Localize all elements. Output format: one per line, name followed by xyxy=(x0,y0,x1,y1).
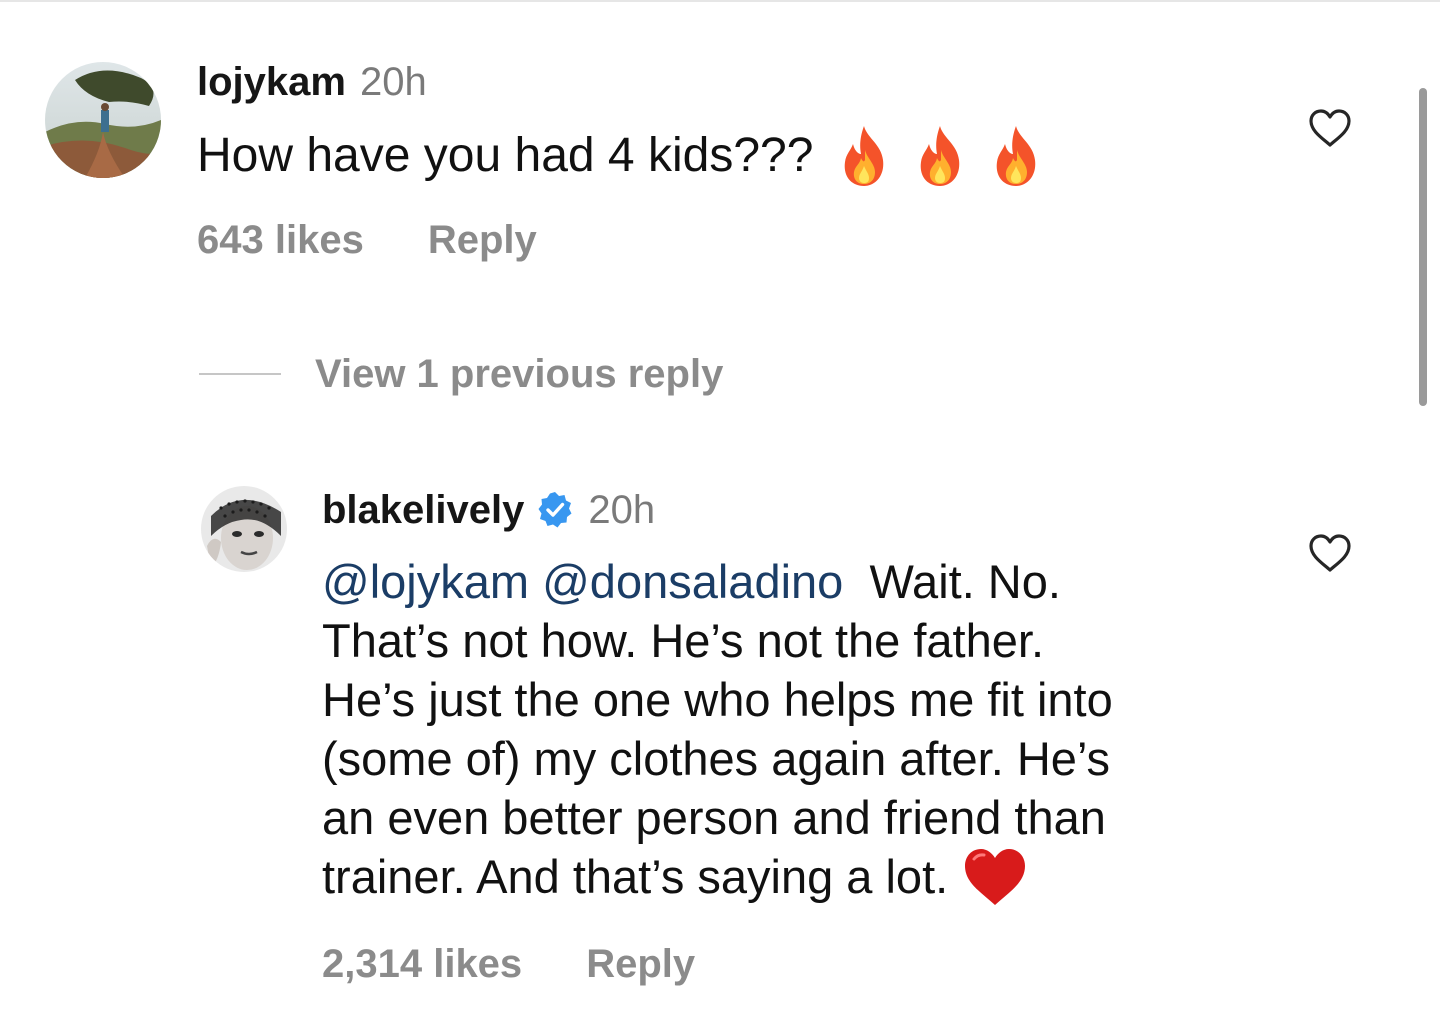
heart-icon[interactable] xyxy=(1308,108,1352,148)
comment-actions: 2,314 likes Reply xyxy=(322,940,695,988)
view-previous-replies-button[interactable]: View 1 previous reply xyxy=(199,350,723,398)
mention-link[interactable]: @donsaladino xyxy=(542,555,843,608)
fire-icon xyxy=(913,124,967,188)
red-heart-icon xyxy=(962,847,1028,907)
verified-badge-icon xyxy=(536,491,574,529)
likes-count[interactable]: 643 likes xyxy=(197,216,364,264)
timestamp: 20h xyxy=(588,488,656,532)
comment-line: trainer. And that’s saying a lot. xyxy=(322,847,1252,907)
comment-line: (some of) my clothes again after. He’s xyxy=(322,732,1111,785)
comment-line-text: trainer. And that’s saying a lot. xyxy=(322,850,949,903)
comment-body: How have you had 4 kids??? xyxy=(197,129,814,182)
timestamp: 20h xyxy=(359,60,427,104)
heart-icon[interactable] xyxy=(1308,533,1352,573)
view-replies-label: View 1 previous reply xyxy=(315,352,724,396)
comment-line: @lojykam @donsaladino Wait. No. xyxy=(322,552,1252,611)
username[interactable]: blakelively xyxy=(322,486,524,534)
comment-header: blakelively 20h xyxy=(322,486,655,534)
fire-icon xyxy=(989,124,1043,188)
comment-text: How have you had 4 kids??? xyxy=(197,124,1043,188)
mention-link[interactable]: @lojykam xyxy=(322,555,529,608)
comment-actions: 643 likes Reply xyxy=(197,216,537,264)
username[interactable]: lojykam xyxy=(197,58,346,106)
emoji-group xyxy=(837,124,1043,188)
comment-text: @lojykam @donsaladino Wait. No. That’s n… xyxy=(322,552,1252,907)
comment-line: He’s just the one who helps me fit into xyxy=(322,673,1113,726)
avatar[interactable] xyxy=(201,486,287,572)
reply-button[interactable]: Reply xyxy=(428,216,537,264)
scrollbar[interactable] xyxy=(1419,88,1427,406)
reply-button[interactable]: Reply xyxy=(586,940,695,988)
comment-line-text: Wait. No. xyxy=(869,555,1061,608)
avatar[interactable] xyxy=(45,62,161,178)
comment-line: That’s not how. He’s not the father. xyxy=(322,614,1045,667)
fire-icon xyxy=(837,124,891,188)
comment-header: lojykam 20h xyxy=(197,58,427,106)
top-divider xyxy=(0,0,1440,2)
comment-line: an even better person and friend than xyxy=(322,791,1106,844)
likes-count[interactable]: 2,314 likes xyxy=(322,940,522,988)
thread-line xyxy=(199,373,281,375)
